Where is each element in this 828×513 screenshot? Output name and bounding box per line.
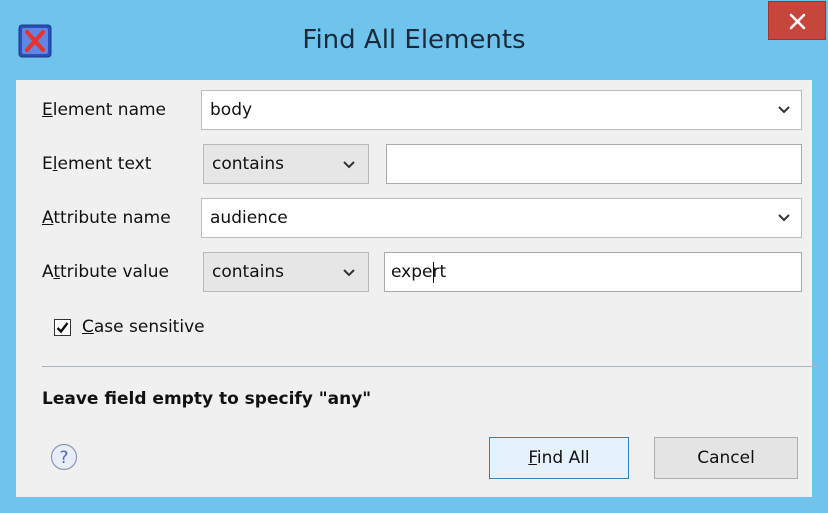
element-text-operator-value: contains [212, 154, 284, 174]
element-name-label: Element name [42, 100, 167, 120]
close-icon [789, 13, 806, 30]
dialog-content: Element name body Element text contains … [16, 80, 818, 497]
chevron-down-icon[interactable] [777, 105, 791, 115]
find-all-button[interactable]: Find All [489, 437, 629, 479]
svg-text:?: ? [59, 448, 68, 468]
case-sensitive-label[interactable]: Case sensitive [82, 317, 205, 337]
section-divider [42, 366, 818, 367]
chevron-down-icon [343, 269, 355, 277]
chevron-down-icon [343, 161, 355, 169]
attribute-value-value: expert [391, 262, 447, 282]
title-bar[interactable]: Find All Elements [0, 0, 828, 80]
attribute-value-operator-select[interactable]: contains [203, 252, 369, 292]
element-text-input[interactable] [386, 144, 802, 184]
attribute-value-input[interactable]: expert [384, 252, 802, 292]
help-icon[interactable]: ? [50, 443, 78, 471]
checkmark-icon [56, 322, 69, 334]
attribute-name-label: Attribute name [42, 208, 171, 228]
dialog-window: Find All Elements Element name body Elem… [0, 0, 828, 513]
close-button[interactable] [768, 1, 826, 40]
case-sensitive-checkbox[interactable] [54, 319, 71, 336]
attribute-value-operator-value: contains [212, 262, 284, 282]
attribute-name-value: audience [210, 208, 288, 228]
element-name-value: body [210, 100, 253, 120]
element-text-label: Element text [42, 154, 152, 174]
attribute-name-combo[interactable]: audience [201, 198, 802, 238]
attribute-value-label: Attribute value [42, 262, 169, 282]
dialog-title: Find All Elements [302, 25, 526, 55]
element-name-combo[interactable]: body [201, 90, 802, 130]
hint-text: Leave field empty to specify "any" [42, 389, 372, 409]
element-text-operator-select[interactable]: contains [203, 144, 369, 184]
text-caret [433, 262, 434, 283]
chevron-down-icon[interactable] [777, 213, 791, 223]
cancel-button[interactable]: Cancel [654, 437, 798, 479]
